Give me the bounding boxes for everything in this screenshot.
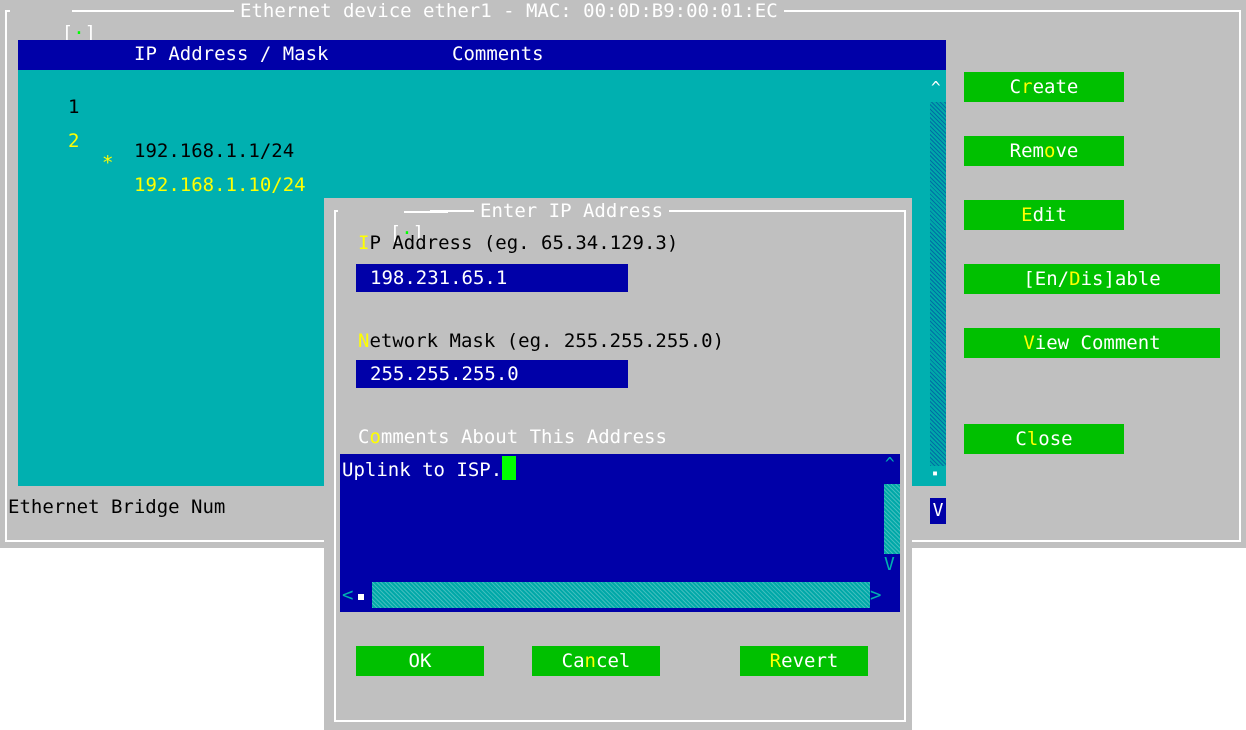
comments-scroll-up-icon[interactable]: ^ — [885, 454, 895, 473]
text-cursor — [502, 456, 517, 480]
scroll-thumb[interactable]: ▪ — [932, 468, 938, 479]
bridge-status: Ethernet Bridge Num — [8, 496, 226, 518]
cancel-button[interactable]: Cancel — [532, 646, 660, 676]
dialog-title-line — [404, 211, 448, 213]
list-header: IP Address / Mask Comments — [18, 40, 946, 70]
network-mask-label: Network Mask (eg. 255.255.255.0) — [358, 330, 725, 352]
comments-vscroll-track[interactable] — [884, 484, 900, 554]
create-button[interactable]: Create — [964, 72, 1124, 102]
row-ip: 192.168.1.10/24 — [134, 174, 306, 196]
comments-hscroll-track[interactable] — [372, 582, 870, 608]
ip-address-dialog: [·] Enter IP Address IP Address (eg. 65.… — [324, 198, 912, 730]
row-ip: 192.168.1.1/24 — [134, 140, 295, 162]
column-header-ip[interactable]: IP Address / Mask — [134, 43, 328, 65]
scrollbar-track[interactable] — [930, 102, 946, 466]
enable-disable-button[interactable]: [En/Dis]able — [964, 264, 1220, 294]
ok-button[interactable]: OK — [356, 646, 484, 676]
column-header-comments[interactable]: Comments — [452, 43, 544, 65]
comments-text: Uplink to ISP. — [342, 456, 517, 481]
main-window-title-line — [72, 10, 222, 12]
list-scrollbar[interactable]: ^ ▪ V — [930, 78, 946, 524]
network-mask-input[interactable]: 255.255.255.0 — [356, 360, 628, 388]
dialog-title: Enter IP Address — [474, 200, 670, 222]
row-flag: * — [102, 152, 114, 174]
comments-scroll-down-icon[interactable]: V — [884, 554, 895, 575]
table-row[interactable]: 2 * 192.168.1.10/24 — [18, 108, 928, 196]
close-button[interactable]: Close — [964, 424, 1124, 454]
ip-address-input[interactable]: 198.231.65.1 — [356, 264, 628, 292]
view-comment-button[interactable]: View Comment — [964, 328, 1220, 358]
comments-hscroll-thumb[interactable] — [358, 594, 364, 600]
revert-button[interactable]: Revert — [740, 646, 868, 676]
comments-textarea[interactable]: Uplink to ISP. ^ V < > — [340, 454, 900, 612]
comments-label: Comments About This Address — [358, 426, 667, 448]
scroll-up-arrow-icon[interactable]: ^ — [931, 78, 941, 97]
remove-button[interactable]: Remove — [964, 136, 1124, 166]
comments-scroll-left-icon[interactable]: < — [342, 584, 353, 606]
edit-button[interactable]: Edit — [964, 200, 1124, 230]
row-number: 2 — [68, 130, 80, 152]
table-row[interactable]: 1 192.168.1.1/24 — [18, 74, 928, 162]
scroll-down-arrow-icon[interactable]: V — [930, 498, 946, 524]
main-window-title: Ethernet device ether1 - MAC: 00:0D:B9:0… — [234, 0, 784, 22]
ip-address-label: IP Address (eg. 65.34.129.3) — [358, 232, 679, 254]
comments-scroll-right-icon[interactable]: > — [870, 584, 881, 606]
